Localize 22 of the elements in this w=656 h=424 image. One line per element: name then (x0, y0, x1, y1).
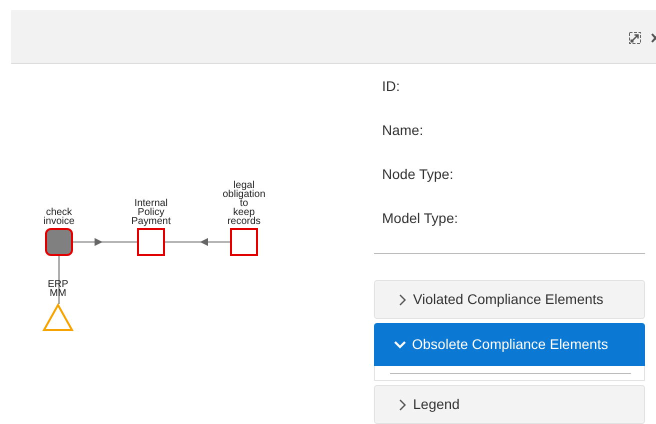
chevron-right-icon (399, 398, 406, 410)
field-label: Name: (382, 121, 424, 140)
activity-node (45, 228, 73, 256)
expand-icon[interactable] (629, 32, 641, 44)
requirement-node (230, 228, 258, 256)
accordion-header[interactable]: Violated Compliance Elements (374, 280, 645, 319)
node-label: check invoice (42, 208, 76, 226)
field-label: Node Type: (382, 165, 454, 184)
close-icon[interactable] (651, 32, 656, 42)
node-label: Internal Policy Payment (130, 199, 172, 226)
field-label: ID: (382, 77, 400, 96)
system-node (42, 302, 74, 331)
chevron-right-icon (399, 294, 406, 306)
requirement-node (137, 228, 165, 256)
field-label: Model Type: (382, 209, 458, 228)
chevron-down-icon (394, 340, 406, 348)
node-label: legal obligation to keep records (222, 181, 266, 226)
connector (165, 238, 230, 246)
connector (73, 238, 137, 246)
accordion-header[interactable]: Legend (374, 385, 645, 424)
connector (58, 256, 60, 304)
accordion-header[interactable]: Obsolete Compliance Elements (374, 323, 645, 366)
